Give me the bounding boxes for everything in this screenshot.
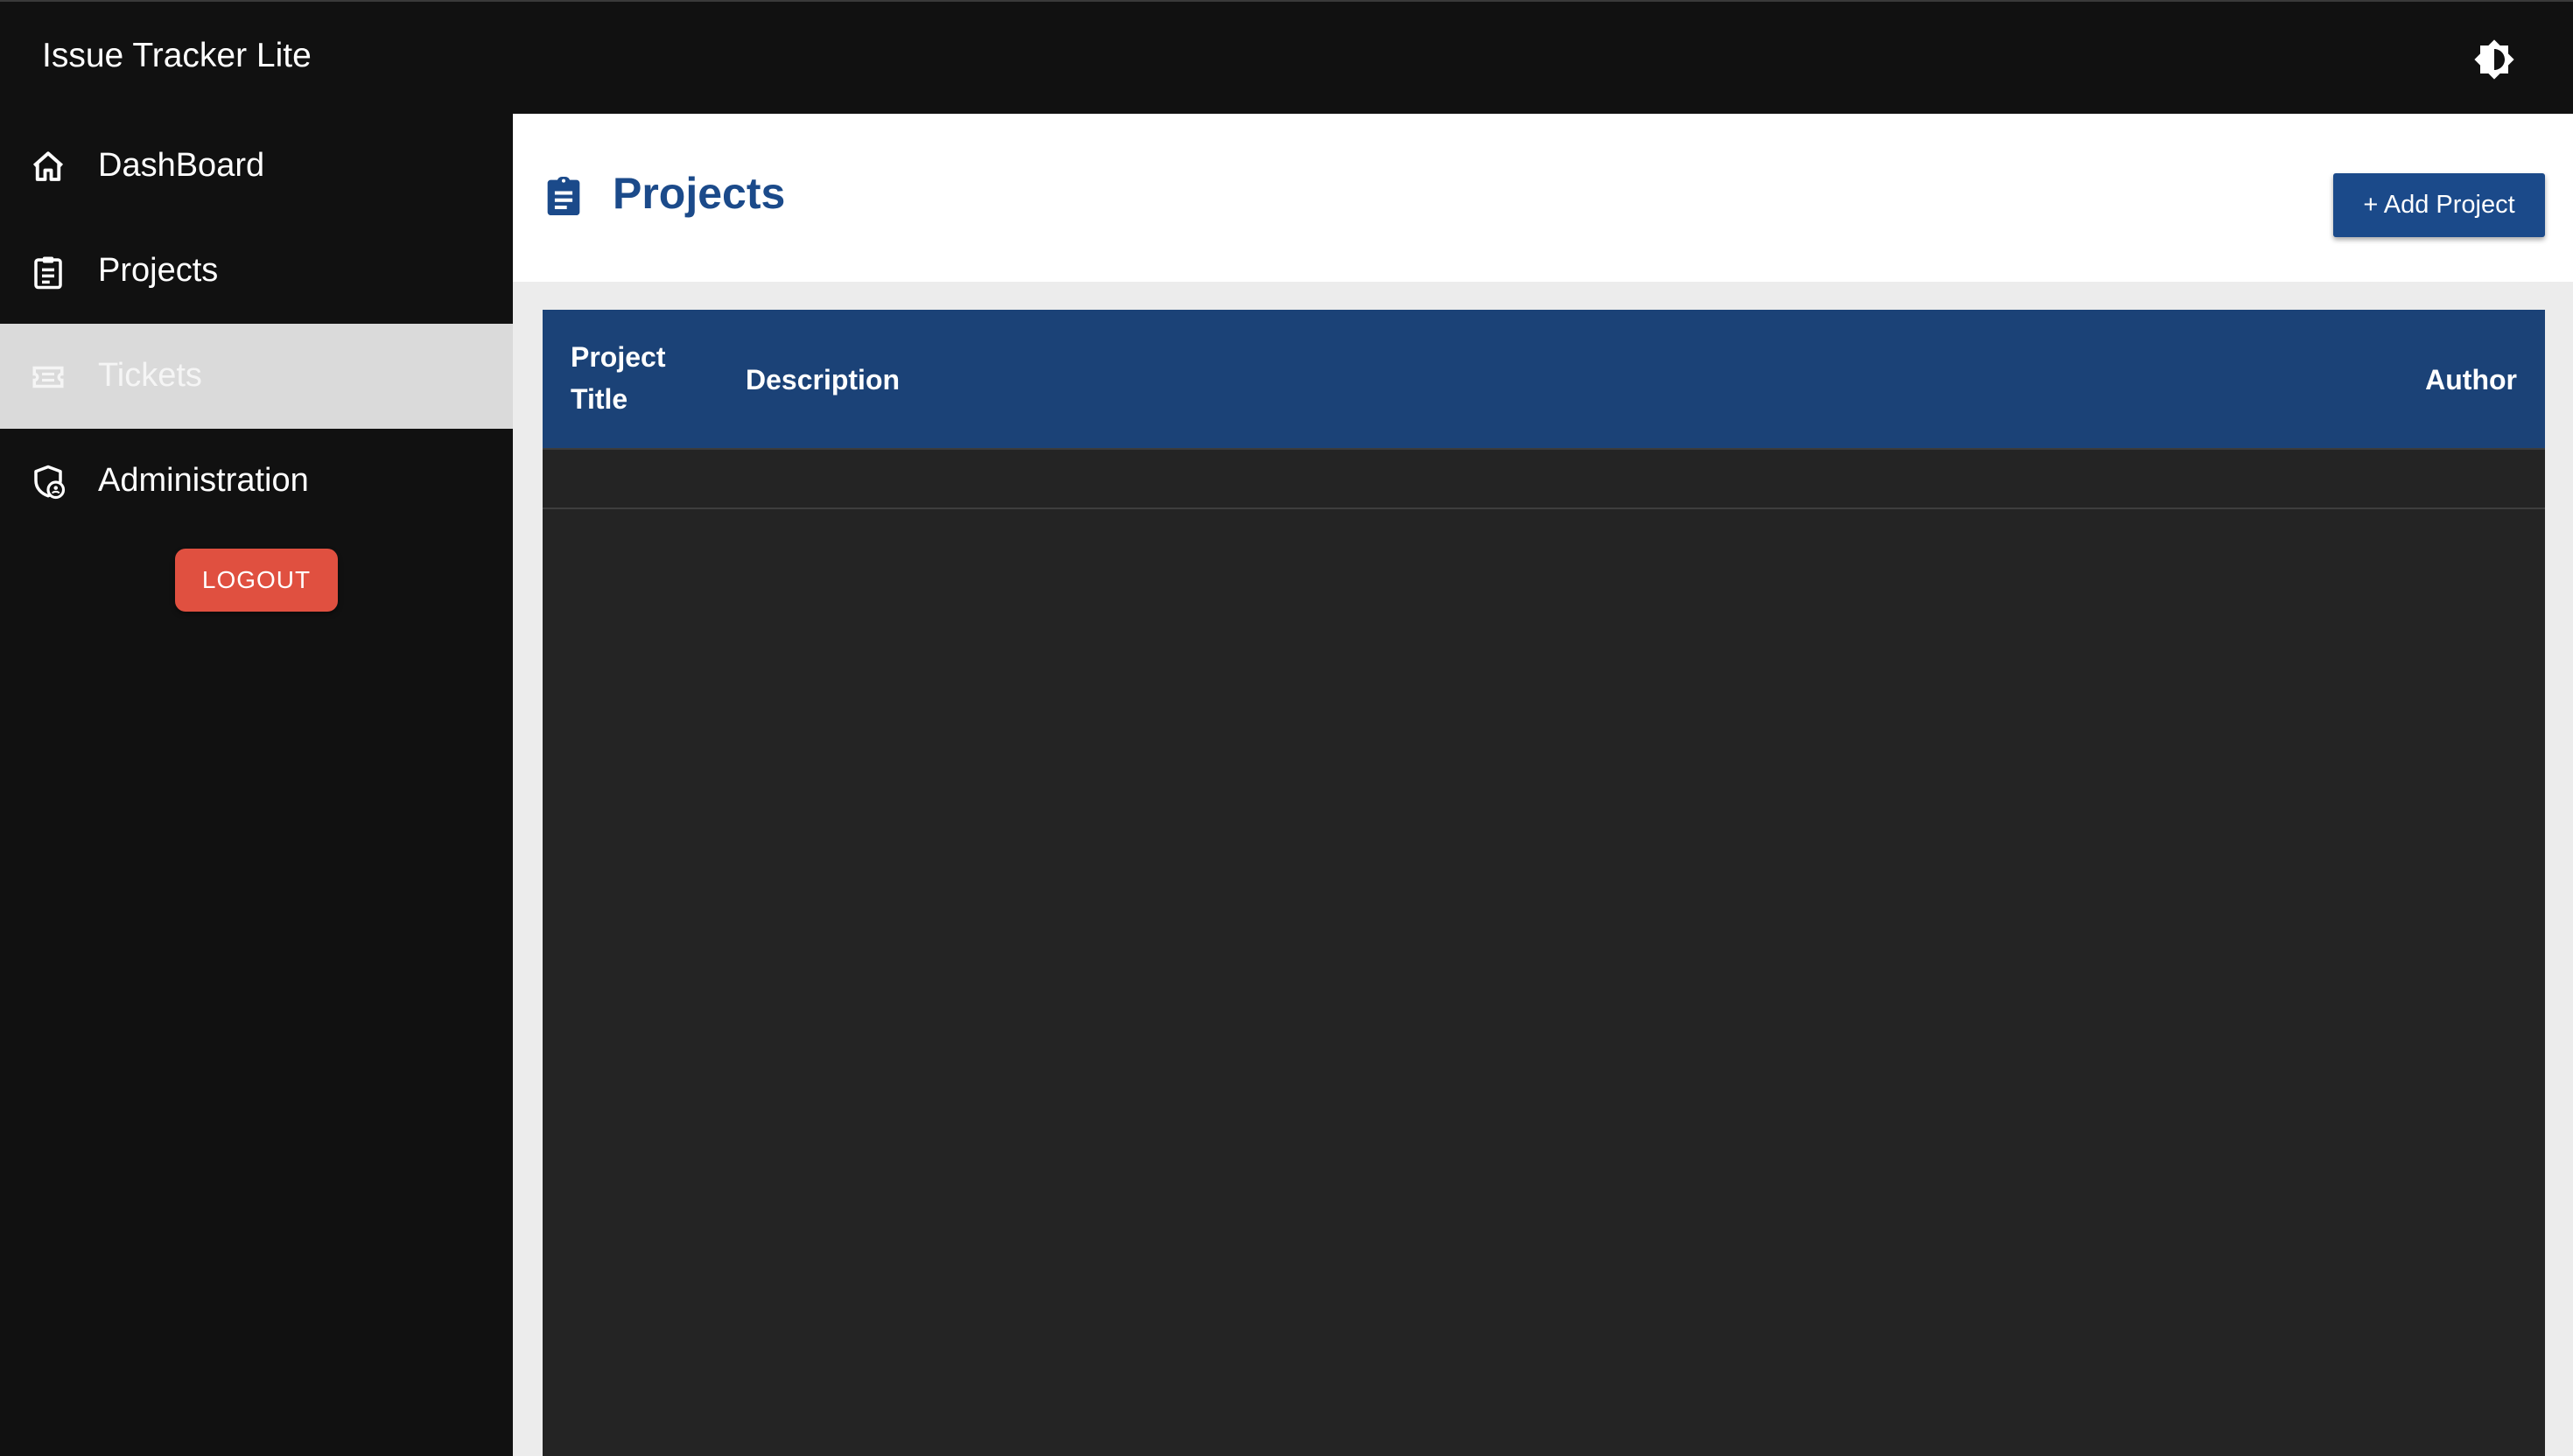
ticket-icon bbox=[30, 359, 67, 396]
column-header-project-title[interactable]: Project Title bbox=[571, 336, 684, 420]
sidebar-item-projects[interactable]: Projects bbox=[0, 219, 513, 324]
column-header-author[interactable]: Author bbox=[2425, 359, 2517, 401]
logout-button[interactable]: LOGOUT bbox=[175, 549, 338, 612]
sidebar: DashBoard Projects Tickets Administratio… bbox=[0, 114, 513, 1456]
column-header-description[interactable]: Description bbox=[746, 359, 900, 401]
sidebar-item-tickets[interactable]: Tickets bbox=[0, 324, 513, 429]
clipboard-icon bbox=[30, 254, 67, 290]
sidebar-item-label: Administration bbox=[98, 462, 309, 499]
main-content: Projects + Add Project Project Title Des… bbox=[513, 114, 2573, 1456]
app-header: Issue Tracker Lite bbox=[0, 0, 2573, 114]
add-project-button[interactable]: + Add Project bbox=[2333, 173, 2545, 237]
table-row bbox=[543, 452, 2545, 509]
brightness-icon[interactable] bbox=[2473, 38, 2515, 80]
sidebar-item-administration[interactable]: Administration bbox=[0, 429, 513, 534]
sidebar-item-label: Projects bbox=[98, 252, 219, 289]
sidebar-item-dashboard[interactable]: DashBoard bbox=[0, 114, 513, 219]
home-icon bbox=[30, 149, 67, 186]
projects-table: Project Title Description Author bbox=[543, 310, 2545, 1456]
app-title: Issue Tracker Lite bbox=[42, 37, 312, 74]
page-title: Projects bbox=[613, 169, 786, 218]
sidebar-item-label: DashBoard bbox=[98, 147, 265, 184]
shield-user-icon bbox=[30, 464, 67, 500]
page-header: Projects + Add Project bbox=[513, 114, 2573, 282]
table-header: Project Title Description Author bbox=[543, 310, 2545, 450]
clipboard-icon bbox=[544, 175, 583, 217]
sidebar-item-label: Tickets bbox=[98, 357, 202, 394]
